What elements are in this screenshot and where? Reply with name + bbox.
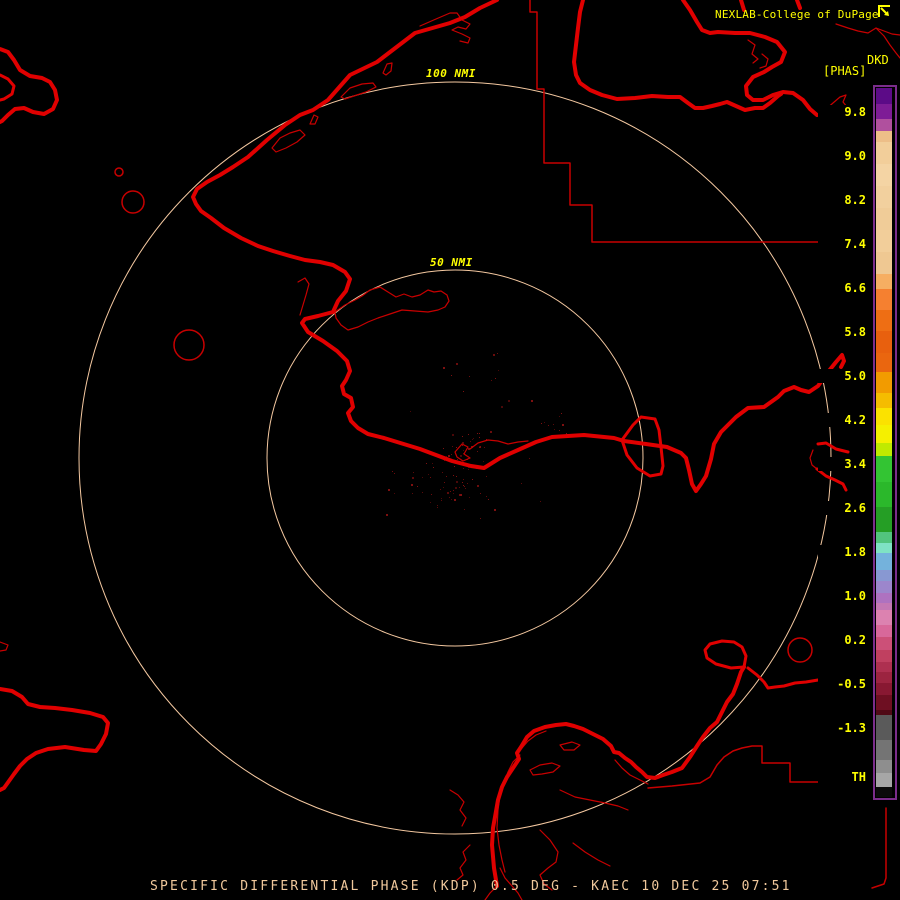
colorbar-segment	[876, 425, 892, 443]
range-ring-50nmi	[266, 269, 644, 647]
colorbar-segment	[876, 610, 892, 625]
colorbar-segment	[876, 662, 892, 672]
colorbar-tick-label: -1.3	[818, 721, 866, 735]
colorbar-segment	[876, 456, 892, 482]
colorbar-segment	[876, 695, 892, 710]
colorbar-segment	[876, 715, 892, 740]
colorbar-segment	[876, 482, 892, 507]
colorbar-tick-label: -0.5	[818, 677, 866, 691]
colorbar-tick-label: 0.2	[818, 633, 866, 647]
colorbar-tick-label: TH	[818, 770, 866, 784]
colorbar-segment	[876, 570, 892, 581]
colorbar-segment	[876, 88, 892, 104]
colorbar-segment	[876, 532, 892, 543]
colorbar-segment	[876, 252, 892, 274]
colorbar-segment	[876, 310, 892, 331]
colorbar-segment	[876, 553, 892, 570]
colorbar-segment	[876, 760, 892, 773]
colorbar-segment	[876, 142, 892, 164]
radar-viewport[interactable]: NEXLAB-College of DuPage DKD [PHAS] 100 …	[0, 0, 900, 900]
colorbar-segment	[876, 507, 892, 532]
colorbar-segment	[876, 672, 892, 683]
colorbar-tick-label: 7.4	[818, 237, 866, 251]
colorbar-segment	[876, 593, 892, 603]
colorbar-segment	[876, 353, 892, 372]
colorbar-segment	[876, 443, 892, 456]
colorbar-segment	[876, 408, 892, 425]
colorbar-segment	[876, 208, 892, 230]
colorbar-segment	[876, 289, 892, 310]
colorbar-segment	[876, 274, 892, 289]
colorbar-segments	[876, 88, 894, 797]
colorbar-tick-label: 4.2	[818, 413, 866, 427]
county-boundaries	[529, 0, 887, 889]
precip-echoes	[386, 353, 567, 519]
colorbar-tick-label: 1.0	[818, 589, 866, 603]
colorbar-tick-label: 2.6	[818, 501, 866, 515]
colorbar-tick-label: 5.0	[818, 369, 866, 383]
colorbar-segment	[876, 650, 892, 662]
colorbar-segment	[876, 787, 892, 797]
colorbar-segment	[876, 331, 892, 353]
site-title: NEXLAB-College of DuPage	[715, 8, 879, 21]
colorbar-segment	[876, 186, 892, 208]
colorbar-segment	[876, 740, 892, 760]
radar-map	[0, 0, 900, 900]
colorbar	[873, 85, 897, 800]
external-link-icon	[877, 4, 892, 23]
colorbar-segment	[876, 104, 892, 119]
colorbar-segment	[876, 131, 892, 142]
range-label-100nmi: 100 NMI	[423, 67, 479, 80]
colorbar-segment	[876, 393, 892, 408]
colorbar-segment	[876, 543, 892, 553]
colorbar-segment	[876, 230, 892, 252]
colorbar-segment	[876, 581, 892, 593]
colorbar-segment	[876, 683, 892, 695]
colorbar-tick-label: 6.6	[818, 281, 866, 295]
colorbar-segment	[876, 773, 892, 787]
product-id-label: DKD	[867, 53, 889, 67]
product-caption: SPECIFIC DIFFERENTIAL PHASE (KDP) 0.5 DE…	[150, 879, 792, 894]
coastlines	[0, 0, 850, 888]
colorbar-segment	[876, 603, 892, 610]
colorbar-tick-label: 1.8	[818, 545, 866, 559]
range-label-50nmi: 50 NMI	[427, 256, 476, 269]
colorbar-segment	[876, 625, 892, 637]
colorbar-segment	[876, 372, 892, 393]
colorbar-tick-label: 5.8	[818, 325, 866, 339]
colorbar-tick-label: 9.0	[818, 149, 866, 163]
colorbar-segment	[876, 637, 892, 650]
colorbar-tick-label: 8.2	[818, 193, 866, 207]
colorbar-tick-label: 3.4	[818, 457, 866, 471]
colorbar-tick-label: 9.8	[818, 105, 866, 119]
colorbar-segment	[876, 164, 892, 186]
colorbar-segment	[876, 119, 892, 131]
product-unit-label: [PHAS]	[823, 64, 867, 78]
